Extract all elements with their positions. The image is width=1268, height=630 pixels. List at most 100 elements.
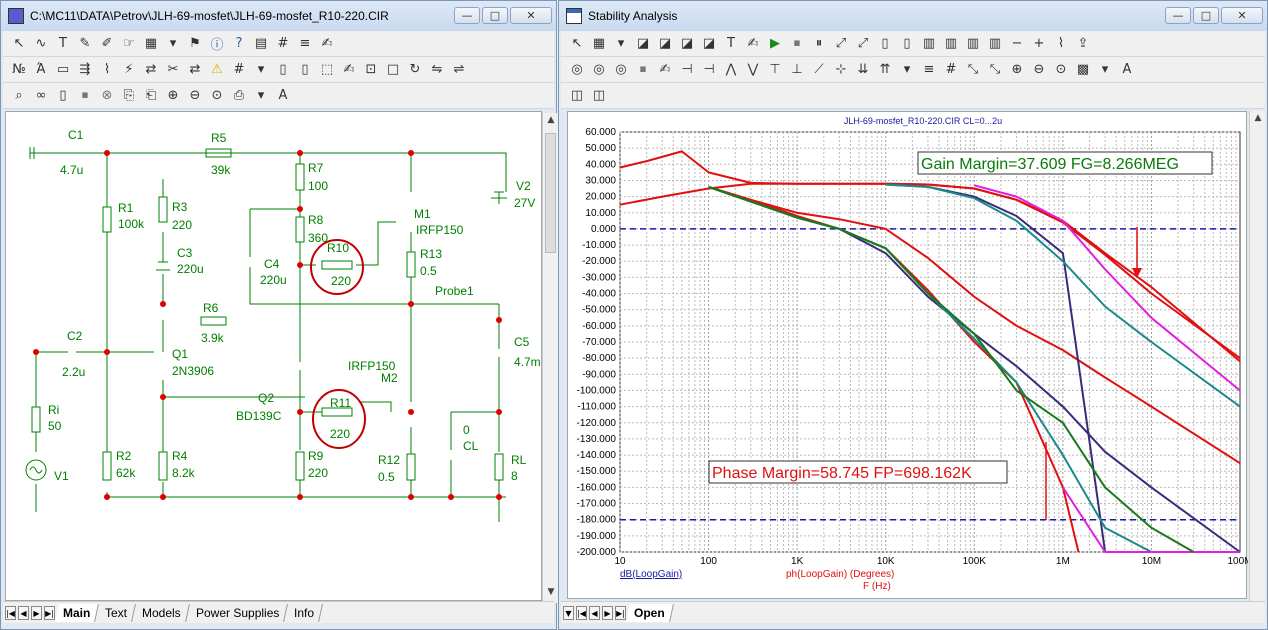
grid-icon[interactable]: # bbox=[273, 34, 293, 54]
bottom-icon[interactable]: ⇊ bbox=[853, 60, 873, 80]
plot-canvas[interactable]: JLH-69-mosfet_R10-220.CIR CL=0...2u 60.0… bbox=[567, 111, 1253, 599]
graph-icon[interactable]: ⌇ bbox=[1051, 34, 1071, 54]
bounds-icon[interactable]: ⬚ bbox=[317, 60, 337, 80]
stop-icon[interactable]: ⏹ bbox=[633, 60, 653, 80]
zoom-icon[interactable]: ◎ bbox=[589, 60, 609, 80]
stop-icon[interactable]: ⏹ bbox=[787, 34, 807, 54]
part-ref-r13[interactable]: R13 bbox=[420, 247, 442, 261]
book-icon[interactable]: ▤ bbox=[251, 34, 271, 54]
select-area-icon[interactable]: ⊡ bbox=[361, 60, 381, 80]
maximize-button[interactable]: □ bbox=[482, 7, 508, 24]
table-icon[interactable]: ▥ bbox=[985, 34, 1005, 54]
text-tool-icon[interactable]: T bbox=[721, 34, 741, 54]
part-ref-q1[interactable]: Q1 bbox=[172, 347, 188, 361]
part-ref-cl[interactable]: CL bbox=[463, 439, 479, 453]
part-ref-r12[interactable]: R12 bbox=[378, 453, 400, 467]
cursor-icon[interactable]: ⊣ bbox=[699, 60, 719, 80]
page-icon[interactable]: ▯ bbox=[53, 86, 73, 106]
edit-icon[interactable]: ✍ bbox=[655, 60, 675, 80]
part-ref-m1[interactable]: M1 bbox=[414, 207, 431, 221]
dropdown-icon[interactable]: ▼ bbox=[563, 605, 574, 620]
info-icon[interactable]: ⓘ bbox=[207, 34, 227, 54]
fit-icon[interactable]: ⤡ bbox=[985, 60, 1005, 80]
zoom-out-icon[interactable]: ⊖ bbox=[185, 86, 205, 106]
part-ref-c4[interactable]: C4 bbox=[264, 257, 280, 271]
tile-icon[interactable]: ◫ bbox=[567, 86, 587, 106]
font-icon[interactable]: A bbox=[273, 86, 293, 106]
run-icon[interactable]: ▶ bbox=[765, 34, 785, 54]
edit-icon[interactable]: ✍ bbox=[317, 34, 337, 54]
mirror-icon[interactable]: ⇌ bbox=[449, 60, 469, 80]
text-tool-icon[interactable]: T bbox=[53, 34, 73, 54]
last-page-icon[interactable]: ▶| bbox=[615, 605, 626, 620]
zoom-fit-icon[interactable]: ⊙ bbox=[207, 86, 227, 106]
fit-icon[interactable]: ⤡ bbox=[963, 60, 983, 80]
number-icon[interactable]: # bbox=[941, 60, 961, 80]
grid-icon[interactable]: # bbox=[229, 60, 249, 80]
scroll-down-arrow-icon[interactable]: ▼ bbox=[545, 587, 557, 601]
part-ref-r1[interactable]: R1 bbox=[118, 201, 134, 215]
zoom-out-icon[interactable]: ⊖ bbox=[1029, 60, 1049, 80]
part-ref-v2[interactable]: V2 bbox=[516, 179, 531, 193]
flag-icon[interactable]: ⚑ bbox=[185, 34, 205, 54]
first-page-icon[interactable]: |◀ bbox=[576, 605, 587, 620]
point-icon[interactable]: ⊹ bbox=[831, 60, 851, 80]
cancel-icon[interactable]: ⊗ bbox=[97, 86, 117, 106]
flip-icon[interactable]: ⇋ bbox=[427, 60, 447, 80]
dropdown-icon[interactable]: ▾ bbox=[163, 34, 183, 54]
dropdown-icon[interactable]: ▾ bbox=[251, 86, 271, 106]
edit-icon[interactable]: ✍ bbox=[339, 60, 359, 80]
page-icon[interactable]: ▯ bbox=[897, 34, 917, 54]
part-ref-v1[interactable]: V1 bbox=[54, 469, 69, 483]
prev-page-icon[interactable]: ◀ bbox=[18, 605, 29, 620]
edit-icon[interactable]: ✍ bbox=[743, 34, 763, 54]
scale-icon[interactable]: ⤢ bbox=[853, 34, 873, 54]
tab-models[interactable]: Models bbox=[134, 603, 190, 622]
list-icon[interactable]: ≡ bbox=[919, 60, 939, 80]
high-icon[interactable]: ⊤ bbox=[765, 60, 785, 80]
scroll-up-arrow-icon[interactable]: ▲ bbox=[545, 115, 557, 129]
zoom-fit-icon[interactable]: ⊙ bbox=[1051, 60, 1071, 80]
part-ref-r8[interactable]: R8 bbox=[308, 213, 324, 227]
dropdown-icon[interactable]: ▾ bbox=[251, 60, 271, 80]
stop-icon[interactable]: ⏹ bbox=[75, 86, 95, 106]
find-icon[interactable]: ⌕ bbox=[9, 86, 29, 106]
part-ref-ri[interactable]: Ri bbox=[48, 403, 59, 417]
box-icon[interactable]: □ bbox=[383, 60, 403, 80]
close-button[interactable]: ✕ bbox=[1221, 7, 1263, 24]
zoom-in-icon[interactable]: ⊕ bbox=[163, 86, 183, 106]
probe-icon[interactable]: ⚡ bbox=[119, 60, 139, 80]
dropdown-icon[interactable]: ▾ bbox=[611, 34, 631, 54]
arrow-icon[interactable]: ⇄ bbox=[185, 60, 205, 80]
next-page-icon[interactable]: ▶ bbox=[31, 605, 42, 620]
pen-icon[interactable]: ✎ bbox=[75, 34, 95, 54]
tab-power-supplies[interactable]: Power Supplies bbox=[188, 603, 289, 622]
color-icon[interactable]: ▩ bbox=[1073, 60, 1093, 80]
pointer-icon[interactable]: ☞ bbox=[119, 34, 139, 54]
plot-vertical-scrollbar[interactable]: ▲ bbox=[1249, 111, 1265, 601]
part-ref-c2[interactable]: C2 bbox=[67, 329, 83, 343]
part-ref-m2[interactable]: M2 bbox=[381, 371, 398, 385]
schematic-canvas[interactable]: C1 4.7u R5 39k R7 100 R8 360 M1 IRFP150 V2 27V R1 100… bbox=[5, 111, 542, 601]
prev-page-icon[interactable]: ◀ bbox=[589, 605, 600, 620]
part-ref-q2[interactable]: Q2 bbox=[258, 391, 274, 405]
part-ref-r10[interactable]: R10 bbox=[327, 241, 349, 255]
cut-icon[interactable]: ✂ bbox=[163, 60, 183, 80]
table-icon[interactable]: ▥ bbox=[963, 34, 983, 54]
maximize-button[interactable]: □ bbox=[1193, 7, 1219, 24]
scroll-up-arrow-icon[interactable]: ▲ bbox=[1252, 113, 1264, 127]
tile-icon[interactable]: ◫ bbox=[589, 86, 609, 106]
part-ref-r11[interactable]: R11 bbox=[330, 396, 351, 410]
zoom-icon[interactable]: ◎ bbox=[611, 60, 631, 80]
part-ref-c1[interactable]: C1 bbox=[68, 128, 84, 142]
part-ref-r5[interactable]: R5 bbox=[211, 131, 227, 145]
part-ref-r7[interactable]: R7 bbox=[308, 161, 324, 175]
valley-icon[interactable]: ⋁ bbox=[743, 60, 763, 80]
select-arrow-icon[interactable]: ↖ bbox=[9, 34, 29, 54]
help-icon[interactable]: ? bbox=[229, 34, 249, 54]
top-icon[interactable]: ⇈ bbox=[875, 60, 895, 80]
minus-icon[interactable]: − bbox=[1007, 34, 1027, 54]
list-icon[interactable]: ≡ bbox=[295, 34, 315, 54]
chart-icon[interactable]: ◪ bbox=[655, 34, 675, 54]
part-ref-c3[interactable]: C3 bbox=[177, 246, 193, 260]
